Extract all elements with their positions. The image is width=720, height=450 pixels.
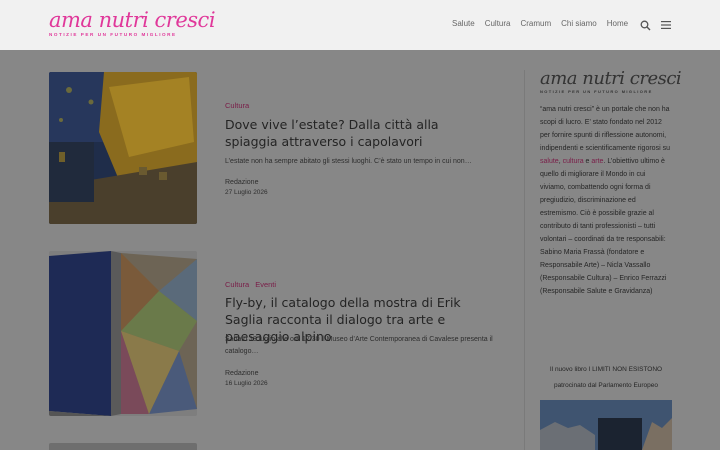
post-author[interactable]: Redazione bbox=[225, 370, 258, 377]
book-promo: Il nuovo libro I LIMITI NON ESISTONO pat… bbox=[540, 362, 672, 394]
nav-item-home[interactable]: Home bbox=[607, 19, 628, 28]
post-author[interactable]: Redazione bbox=[225, 179, 258, 186]
post-excerpt: L’estate non ha sempre abitato gli stess… bbox=[225, 158, 472, 165]
logo-tagline: NOTIZIE PER UN FUTURO MIGLIORE bbox=[49, 32, 177, 37]
site-header: ama nutri cresci NOTIZIE PER UN FUTURO M… bbox=[0, 0, 720, 50]
post-date: 16 Luglio 2026 bbox=[225, 380, 268, 387]
book-promo-image[interactable] bbox=[540, 400, 672, 450]
hamburger-menu-icon[interactable] bbox=[661, 21, 671, 29]
mountain-photo-image bbox=[540, 400, 672, 450]
post-title[interactable]: Dove vive l’estate? Dalla città alla spi… bbox=[225, 116, 495, 150]
post-date: 27 Luglio 2026 bbox=[225, 189, 268, 196]
nav-item-salute[interactable]: Salute bbox=[452, 19, 475, 28]
category-link[interactable]: Cultura bbox=[225, 101, 249, 110]
nav-item-chi-siamo[interactable]: Chi siamo bbox=[561, 19, 597, 28]
post-excerpt: Sabato 18 luglio alle ore 17.30 il Museo… bbox=[225, 336, 493, 355]
category-link[interactable]: Cultura bbox=[225, 280, 249, 289]
link-arte[interactable]: arte bbox=[591, 158, 603, 165]
sidebar-logo-name: ama nutri cresci bbox=[540, 68, 682, 89]
sidebar-divider bbox=[524, 70, 525, 450]
post-thumbnail-cafe-terrace[interactable] bbox=[49, 72, 197, 224]
nav-item-cramum[interactable]: Cramum bbox=[520, 19, 551, 28]
about-text: “ama nutri cresci” è un portale che non … bbox=[540, 103, 673, 298]
post-thumbnail[interactable] bbox=[49, 443, 197, 450]
category-link[interactable]: Eventi bbox=[255, 280, 276, 289]
site-logo[interactable]: ama nutri cresci NOTIZIE PER UN FUTURO M… bbox=[49, 8, 216, 38]
post-thumbnail-catalog[interactable] bbox=[49, 251, 197, 416]
link-salute[interactable]: salute bbox=[540, 158, 559, 165]
post-categories: Cultura Eventi bbox=[225, 280, 276, 289]
nav-item-cultura[interactable]: Cultura bbox=[485, 19, 511, 28]
main-nav: Salute Cultura Cramum Chi siamo Home bbox=[452, 19, 628, 28]
about-part2: . L’obiettivo ultimo è quello di miglior… bbox=[540, 158, 667, 295]
sidebar-logo-tagline: NOTIZIE PER UN FUTURO MIGLIORE bbox=[540, 89, 653, 94]
logo-name: ama nutri cresci bbox=[49, 8, 216, 32]
link-cultura[interactable]: cultura bbox=[563, 158, 584, 165]
cafe-terrace-painting-image bbox=[49, 72, 197, 224]
book-promo-line1: Il nuovo libro I LIMITI NON ESISTONO bbox=[549, 366, 663, 373]
about-part1: “ama nutri cresci” è un portale che non … bbox=[540, 106, 670, 152]
book-promo-line2: patrocinato dal Parlamento Europeo bbox=[553, 382, 659, 389]
sidebar-logo: ama nutri cresci NOTIZIE PER UN FUTURO M… bbox=[540, 68, 682, 95]
search-icon[interactable] bbox=[640, 20, 651, 31]
post-categories: Cultura bbox=[225, 101, 249, 110]
catalog-book-image bbox=[49, 251, 197, 416]
